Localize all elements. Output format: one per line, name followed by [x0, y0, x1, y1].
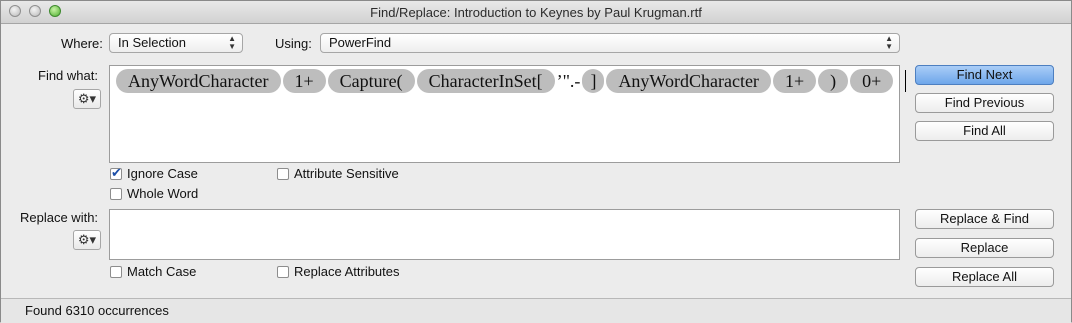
pattern-token[interactable]: AnyWordCharacter [606, 69, 771, 93]
using-value: PowerFind [329, 35, 392, 50]
find-next-button[interactable]: Find Next [915, 65, 1054, 85]
pattern-literal-text: ’".- [556, 70, 581, 91]
pattern-token[interactable]: 1+ [282, 69, 326, 93]
replace-button[interactable]: Replace [915, 238, 1054, 258]
pattern-token[interactable]: 0+ [850, 69, 894, 93]
find-text-field[interactable]: AnyWordCharacter 1+ Capture( CharacterIn… [109, 65, 907, 163]
using-label: Using: [275, 36, 312, 51]
pattern-token[interactable]: AnyWordCharacter [116, 69, 281, 93]
popup-arrows-icon: ▲ ▼ [885, 34, 893, 51]
replace-attributes-label: Replace Attributes [294, 264, 400, 279]
ignore-case-checkbox[interactable]: Ignore Case [110, 165, 198, 181]
replace-all-button[interactable]: Replace All [915, 267, 1054, 287]
title-bar[interactable]: Find/Replace: Introduction to Keynes by … [1, 1, 1071, 24]
replace-with-label: Replace with: [20, 210, 99, 225]
checkbox-icon [110, 265, 122, 278]
pattern-token[interactable]: ) [818, 69, 849, 93]
find-what-label: Find what: [38, 68, 98, 83]
text-caret [905, 70, 907, 92]
checkbox-icon [110, 187, 122, 200]
whole-word-checkbox[interactable]: Whole Word [110, 186, 198, 201]
using-popup[interactable]: PowerFind ▲ ▼ [320, 33, 900, 53]
find-pattern-tokens: AnyWordCharacter 1+ Capture( CharacterIn… [116, 69, 907, 93]
where-value: In Selection [118, 35, 186, 50]
checkbox-checked-icon [110, 165, 122, 181]
replace-text-field[interactable] [109, 209, 900, 260]
status-text: Found 6310 occurrences [25, 303, 169, 318]
popup-arrows-icon: ▲ ▼ [228, 34, 236, 51]
match-case-label: Match Case [127, 264, 197, 279]
pattern-token[interactable]: CharacterInSet[ [416, 69, 555, 93]
find-previous-button[interactable]: Find Previous [915, 93, 1054, 113]
replace-and-find-button[interactable]: Replace & Find [915, 209, 1054, 229]
find-replace-window: Find/Replace: Introduction to Keynes by … [0, 0, 1072, 323]
where-label: Where: [61, 36, 103, 51]
where-popup[interactable]: In Selection ▲ ▼ [109, 33, 243, 53]
pattern-token[interactable]: 1+ [772, 69, 817, 93]
replace-options-gear-button[interactable]: ⚙▾ [73, 230, 101, 250]
find-all-button[interactable]: Find All [915, 121, 1054, 141]
pattern-token[interactable]: Capture( [327, 69, 415, 93]
gear-icon: ⚙▾ [77, 91, 97, 106]
find-options-gear-button[interactable]: ⚙▾ [73, 89, 101, 109]
ignore-case-label: Ignore Case [127, 166, 198, 181]
status-bar: Found 6310 occurrences [1, 298, 1071, 323]
attribute-sensitive-checkbox[interactable]: Attribute Sensitive [277, 166, 399, 181]
window-title: Find/Replace: Introduction to Keynes by … [370, 5, 702, 20]
checkbox-icon [277, 167, 289, 180]
whole-word-label: Whole Word [127, 186, 199, 201]
match-case-checkbox[interactable]: Match Case [110, 264, 196, 279]
gear-icon: ⚙▾ [77, 232, 97, 247]
attribute-sensitive-label: Attribute Sensitive [294, 166, 399, 181]
replace-attributes-checkbox[interactable]: Replace Attributes [277, 264, 400, 279]
checkbox-icon [277, 265, 289, 278]
pattern-token[interactable]: ] [582, 69, 605, 93]
